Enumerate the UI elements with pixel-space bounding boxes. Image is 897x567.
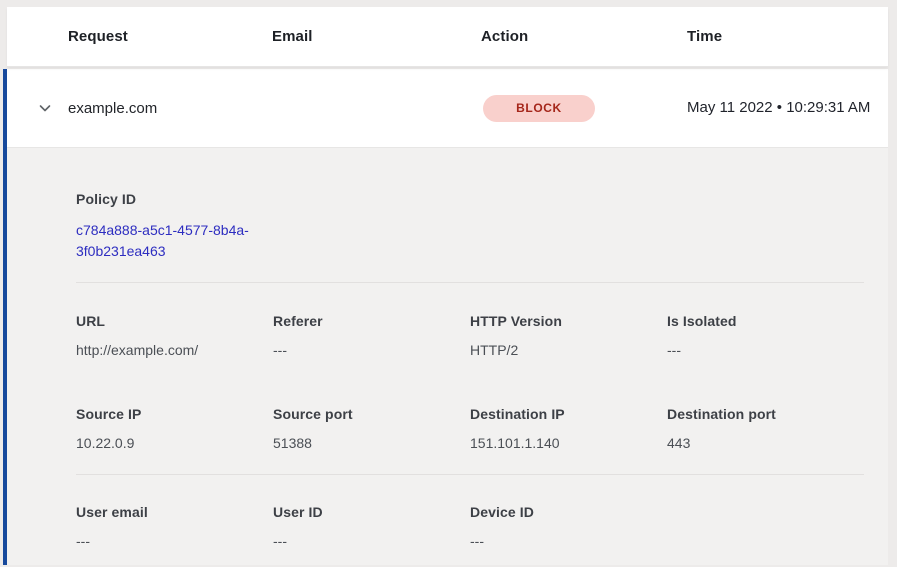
action-badge: BLOCK (483, 95, 595, 122)
network-details-section: URL http://example.com/ Referer --- HTTP… (7, 283, 888, 474)
log-row[interactable]: example.com BLOCK May 11 2022 • 10:29:31… (7, 69, 888, 148)
action-cell: BLOCK (481, 95, 687, 122)
request-cell[interactable]: example.com (68, 100, 272, 117)
column-header-request: Request (68, 28, 272, 45)
chevron-down-icon (37, 100, 53, 116)
detail-field-user-id: User ID --- (273, 504, 470, 550)
detail-field-user-email: User email --- (76, 504, 273, 550)
time-cell: May 11 2022 • 10:29:31 AM (687, 96, 883, 120)
detail-field-is-isolated: Is Isolated --- (667, 313, 864, 359)
detail-field-source-ip: Source IP 10.22.0.9 (76, 406, 273, 452)
gateway-logs-page: Request Email Action Time example.com BL… (0, 7, 897, 567)
detail-field-source-port: Source port 51388 (273, 406, 470, 452)
detail-field-device-id: Device ID --- (470, 504, 667, 550)
user-details-section: User email --- User ID --- Device ID --- (7, 475, 888, 550)
column-header-email: Email (272, 28, 481, 45)
policy-id-link[interactable]: c784a888-a5c1-4577-8b4a-3f0b231ea463 (76, 220, 276, 262)
detail-field-http-version: HTTP Version HTTP/2 (470, 313, 667, 359)
policy-section: Policy ID c784a888-a5c1-4577-8b4a-3f0b23… (7, 148, 888, 282)
detail-field-url: URL http://example.com/ (76, 313, 273, 359)
log-row-group: example.com BLOCK May 11 2022 • 10:29:31… (3, 69, 888, 565)
detail-field-destination-port: Destination port 443 (667, 406, 864, 452)
detail-field-referer: Referer --- (273, 313, 470, 359)
detail-field-destination-ip: Destination IP 151.101.1.140 (470, 406, 667, 452)
column-header-action: Action (481, 28, 687, 45)
collapse-row-button[interactable] (33, 96, 57, 120)
policy-id-label: Policy ID (76, 191, 864, 208)
column-header-time: Time (687, 28, 888, 45)
log-details-panel: Policy ID c784a888-a5c1-4577-8b4a-3f0b23… (7, 148, 888, 565)
table-header: Request Email Action Time (7, 7, 888, 67)
